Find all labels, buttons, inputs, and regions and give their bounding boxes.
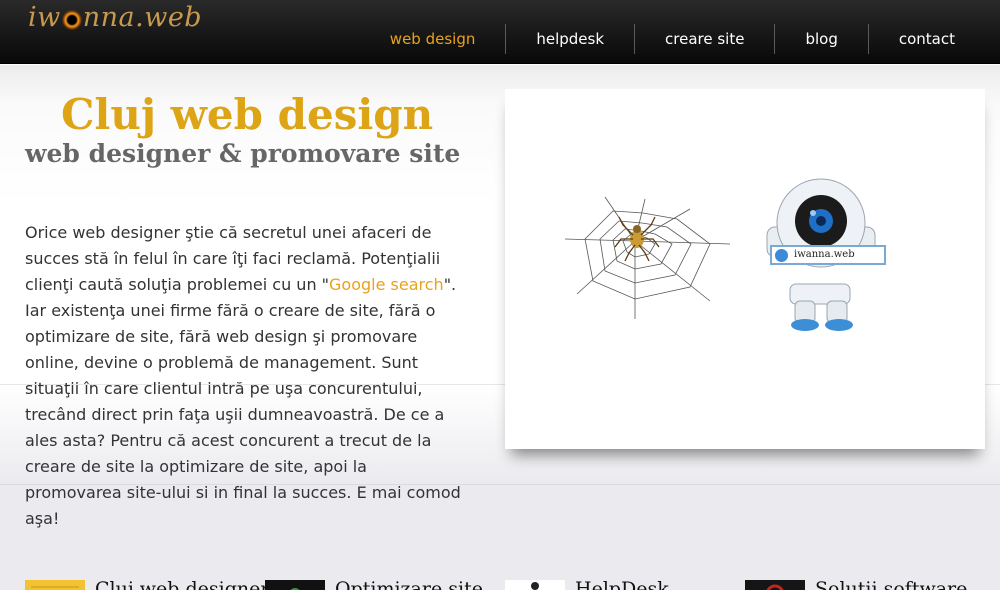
nav-item-creare-site[interactable]: creare site [634, 24, 774, 54]
monitor-icon [265, 580, 325, 590]
feature-title: HelpDesk [575, 578, 669, 590]
nav-item-helpdesk[interactable]: helpdesk [505, 24, 634, 54]
feature-item-helpdesk[interactable]: HelpDesk [505, 578, 669, 590]
google-search-link[interactable]: Google search [329, 275, 444, 294]
spider-web-illustration [564, 178, 876, 331]
site-logo[interactable]: iw nna.web [28, 2, 202, 33]
nav-item-contact[interactable]: contact [867, 24, 985, 54]
feature-title: Cluj web designer [95, 578, 270, 590]
support-icon [505, 580, 565, 590]
nav-item-blog[interactable]: blog [774, 24, 867, 54]
page-title: Cluj web design [61, 90, 434, 139]
spider-icon [614, 216, 660, 262]
feature-item-software[interactable]: Soluţii software [745, 578, 968, 590]
note-icon [25, 580, 85, 590]
feature-title: Optimizare site [335, 578, 483, 590]
showcase-image: iwanna.web [505, 89, 985, 449]
page-subtitle: web designer & promovare site [25, 139, 461, 168]
logo-text-right: nna.web [82, 2, 203, 33]
intro-text-end: ". Iar existenţa unei firme fără o crear… [25, 275, 461, 528]
logo-text-left: iw [28, 2, 61, 33]
feature-item-web-designer[interactable]: Cluj web designer [25, 578, 270, 590]
site-header: iw nna.web web design helpdesk creare si… [0, 0, 1000, 64]
iwanna-badge: iwanna.web [770, 245, 886, 265]
bird-icon [775, 249, 788, 262]
software-icon [745, 580, 805, 590]
logo-eye-icon [61, 10, 82, 30]
badge-label: iwanna.web [794, 249, 855, 260]
intro-paragraph: Orice web designer ştie că secretul unei… [25, 220, 465, 532]
feature-item-optimizare[interactable]: Optimizare site [265, 578, 483, 590]
main-nav: web design helpdesk creare site blog con… [360, 24, 985, 54]
nav-item-web-design[interactable]: web design [360, 24, 506, 54]
feature-title: Soluţii software [815, 578, 968, 590]
